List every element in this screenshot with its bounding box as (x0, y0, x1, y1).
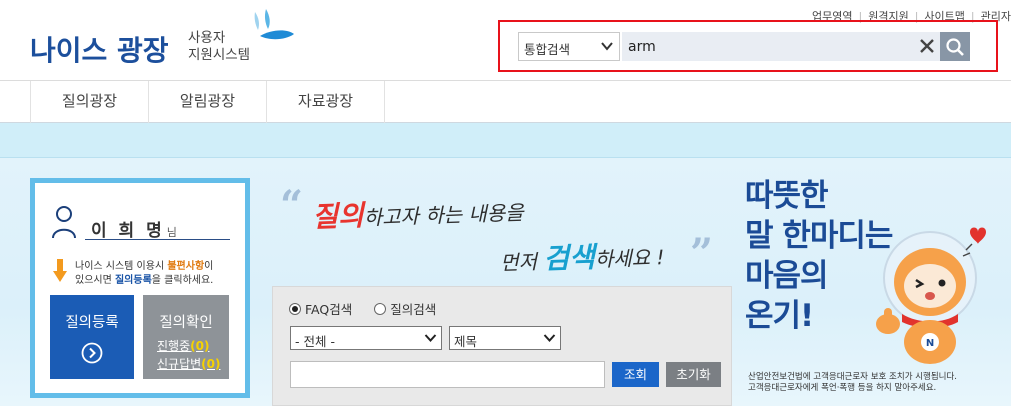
radio-dot (374, 302, 387, 315)
faq-reset-button[interactable]: 초기화 (666, 362, 721, 387)
user-name-text: 이 희 명 (91, 221, 165, 241)
logo-sub-line1: 사용자 (188, 30, 226, 46)
new-answer-count: (0) (201, 357, 221, 371)
courtesy-campaign-banner: 따뜻한 말 한마디는 마음의 온기! N 산업안전보건법에 고객응대근로자 보호… (740, 176, 1011, 406)
main-nav: 질의광장 알림광장 자료광장 (0, 80, 1011, 123)
user-notice-text: 나이스 시스템 이용시 불편사항이 있으시면 질의등록을 클릭하세요. (75, 260, 255, 288)
notice-text: 있으시면 (75, 275, 115, 286)
chevron-down-icon (601, 42, 613, 51)
logo-title: 나이스 광장 (30, 34, 169, 67)
user-name: 이 희 명님 (91, 216, 177, 241)
sub-band (0, 123, 1011, 158)
close-quote-icon: ” (690, 230, 714, 277)
search-type-radios: FAQ검색 질의검색 (289, 299, 458, 318)
integrated-search-bar: 통합검색 (498, 20, 998, 72)
mascot-illustration: N (876, 227, 986, 364)
radio-label: 질의검색 (390, 302, 437, 317)
slogan-text: 하세요 ! (594, 245, 665, 272)
svg-text:N: N (926, 338, 934, 349)
arrow-down-icon (53, 259, 67, 282)
divider (85, 239, 230, 240)
notice-highlight-inconvenience: 불편사항 (167, 261, 205, 272)
field-select[interactable]: 제목 (449, 326, 561, 350)
site-header: 나이스 광장 사용자 지원시스템 업무영역 | 원격지원 | 사이트맵 | 관리… (0, 0, 1011, 80)
slogan-emphasis-search: 검색 (542, 240, 596, 276)
in-progress-label: 진행중 (157, 339, 191, 353)
open-quote-icon: “ (280, 182, 304, 229)
logo-sub-line2: 지원시스템 (188, 47, 251, 63)
campaign-notice: 산업안전보건법에 고객응대근로자 보호 조치가 시행됩니다. 고객응대근로자에게… (748, 372, 957, 394)
in-progress-link[interactable]: 진행중(0) (157, 337, 209, 354)
campaign-line: 마음의 (745, 258, 829, 294)
search-input[interactable] (622, 32, 940, 61)
campaign-line: 따뜻한 (745, 178, 829, 214)
new-answer-link[interactable]: 신규답변(0) (157, 355, 221, 372)
user-icon (52, 206, 76, 239)
faq-search-button[interactable]: 조회 (612, 362, 659, 387)
faq-keyword-input[interactable] (290, 361, 605, 388)
logo-leaf-icon (254, 9, 294, 40)
category-select[interactable]: - 전체 - (290, 326, 442, 350)
nav-item-resource-plaza[interactable]: 자료광장 (267, 81, 385, 123)
search-scope-value: 통합검색 (524, 42, 571, 57)
register-label: 질의등록 (65, 315, 119, 331)
clear-icon[interactable] (918, 37, 936, 55)
radio-question-search[interactable]: 질의검색 (374, 299, 436, 318)
search-scope-select[interactable]: 통합검색 (518, 32, 620, 61)
logo-subtitle: 사용자 지원시스템 (188, 30, 250, 64)
search-icon (946, 38, 964, 56)
slogan-line1: 질의하고자 하는 내용을 (311, 188, 524, 235)
nav-item-question-plaza[interactable]: 질의광장 (31, 81, 149, 123)
nav-items: 질의광장 알림광장 자료광장 (30, 81, 385, 123)
category-value: - 전체 - (295, 334, 335, 349)
user-panel: 이 희 명님 나이스 시스템 이용시 불편사항이 있으시면 질의등록을 클릭하세… (30, 178, 250, 398)
slogan-text: 하고자 하는 내용을 (363, 200, 524, 230)
radio-faq-search[interactable]: FAQ검색 (289, 299, 352, 318)
chevron-down-icon (543, 334, 556, 342)
question-check-panel: 질의확인 진행중(0) 신규답변(0) (143, 295, 229, 379)
question-register-button[interactable]: 질의등록 (50, 295, 134, 379)
radio-dot (289, 302, 301, 315)
new-answer-label: 신규답변 (157, 357, 202, 371)
in-progress-count: (0) (190, 339, 210, 353)
slogan-line2: 먼저 검색하세요 ! (499, 233, 665, 279)
radio-label: FAQ검색 (305, 302, 353, 317)
chevron-down-icon (424, 334, 437, 342)
nav-item-notice-plaza[interactable]: 알림광장 (149, 81, 267, 123)
campaign-line: 온기! (745, 298, 814, 334)
arrow-right-circle-icon (81, 342, 103, 364)
user-honorific: 님 (166, 226, 177, 239)
check-label: 질의확인 (159, 315, 213, 331)
notice-text: 을 클릭하세요. (151, 275, 214, 286)
search-slogan: “ 질의하고자 하는 내용을 먼저 검색하세요 ! ” (280, 182, 720, 277)
notice-text: 나이스 시스템 이용시 (75, 261, 168, 272)
notice-highlight-register: 질의등록 (114, 275, 152, 286)
faq-search-panel: FAQ검색 질의검색 - 전체 - 제목 조회 초기화 (272, 286, 732, 406)
field-value: 제목 (454, 334, 478, 349)
campaign-notice-line2: 고객응대근로자에게 폭언·폭행 등을 하지 말아주세요. (748, 383, 937, 393)
slogan-text: 먼저 (499, 249, 544, 275)
slogan-emphasis-question: 질의 (311, 198, 365, 234)
search-button[interactable] (940, 32, 970, 61)
campaign-notice-line1: 산업안전보건법에 고객응대근로자 보호 조치가 시행됩니다. (748, 372, 958, 382)
notice-text: 이 (204, 261, 214, 272)
